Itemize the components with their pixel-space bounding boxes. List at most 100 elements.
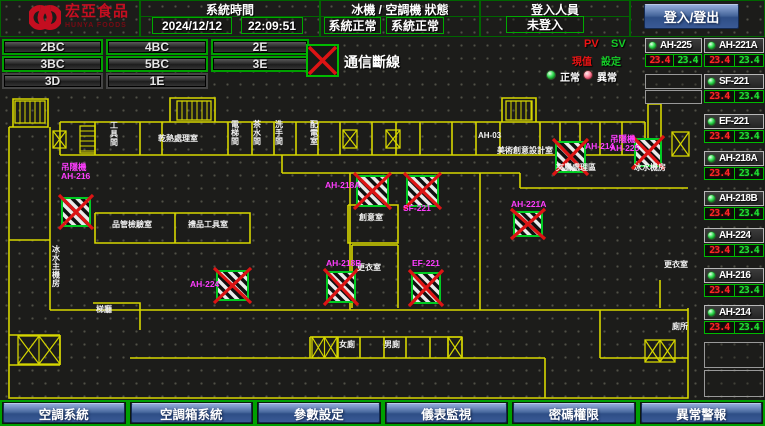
unit-name-label: AH-216 bbox=[719, 270, 750, 281]
unit-name-label: AH-225 bbox=[660, 40, 691, 51]
comm-fail-marker[interactable] bbox=[59, 195, 93, 229]
unit-name-label: AH-218B bbox=[719, 193, 757, 204]
unit-name-label: AH-224 bbox=[719, 230, 750, 241]
floor-button-3d[interactable]: 3D bbox=[4, 75, 101, 87]
stairs-icon bbox=[80, 126, 95, 153]
nav-alarm[interactable]: 異常警報 bbox=[641, 403, 763, 423]
unit-pv-value: 23.4 bbox=[705, 131, 735, 142]
unit-ah-216[interactable]: AH-216 bbox=[704, 268, 764, 283]
nav-ahu-system[interactable]: 空調箱系統 bbox=[131, 403, 253, 423]
floor-button-3bc[interactable]: 3BC bbox=[4, 58, 101, 70]
floor-button-4bc[interactable]: 4BC bbox=[108, 41, 206, 53]
elevator-icon bbox=[343, 130, 357, 148]
unit-marker-label: 吊隱機AH-216 bbox=[61, 162, 91, 181]
comm-fail-marker[interactable] bbox=[354, 173, 391, 209]
comm-fail-marker[interactable] bbox=[511, 209, 545, 239]
room-label: 冰水主機房 bbox=[51, 244, 61, 288]
unit-ah-224[interactable]: AH-224 bbox=[704, 228, 764, 243]
unit-ef-221[interactable]: EF-221 bbox=[704, 114, 764, 129]
unit-values-ah-218a: 23.423.4 bbox=[704, 167, 764, 180]
unit-status-led-icon bbox=[707, 77, 716, 86]
room-label: 配電室 bbox=[310, 120, 318, 146]
empty-box bbox=[645, 74, 702, 89]
unit-ah-221a[interactable]: AH-221A bbox=[704, 38, 764, 53]
login-user-value: 未登入 bbox=[506, 16, 584, 33]
room-label: 廁所 bbox=[672, 321, 688, 331]
wall bbox=[352, 245, 398, 308]
elevator-icon bbox=[386, 130, 400, 148]
unit-name-label: AH-218A bbox=[719, 153, 757, 164]
comm-fail-marker[interactable] bbox=[409, 270, 443, 306]
floor-button-frame: 5BC bbox=[106, 56, 208, 72]
unit-name-label: EF-221 bbox=[719, 116, 749, 127]
unit-status-led-icon bbox=[707, 154, 716, 163]
floor-button-1e[interactable]: 1E bbox=[108, 75, 206, 87]
unit-ah-218b[interactable]: AH-218B bbox=[704, 191, 764, 206]
nav-meter-monitor[interactable]: 儀表監視 bbox=[386, 403, 508, 423]
nav-frame: 儀表監視 bbox=[383, 400, 511, 426]
sv-label: SV bbox=[611, 38, 626, 50]
room-label: 創意室 bbox=[358, 212, 383, 222]
unit-sv-value: 23.4 bbox=[674, 55, 701, 66]
unit-sf-221[interactable]: SF-221 bbox=[704, 74, 764, 89]
room-label: 工具間 bbox=[110, 121, 118, 147]
service-block-icon bbox=[312, 337, 337, 358]
unit-status-led-icon bbox=[707, 194, 716, 203]
unit-pv-value: 23.4 bbox=[705, 55, 735, 66]
unit-sv-value: 23.4 bbox=[735, 55, 764, 66]
unit-status-led-icon bbox=[707, 271, 716, 280]
floor-button-frame: 2BC bbox=[2, 39, 103, 55]
room-label: 更衣室 bbox=[664, 259, 688, 269]
bottom-nav: 空調系統 空調箱系統 參數設定 儀表監視 密碼權限 異常警報 bbox=[0, 400, 765, 426]
abnormal-led-icon bbox=[583, 70, 593, 80]
nav-ac-system[interactable]: 空調系統 bbox=[3, 403, 125, 423]
brand-logo: 宏亞食品 HUNYA FOODS bbox=[29, 4, 129, 32]
comm-fail-label: 通信斷線 bbox=[344, 52, 400, 72]
unit-ah-214[interactable]: AH-214 bbox=[704, 305, 764, 320]
system-time-label: 系統時間 bbox=[141, 2, 319, 17]
nav-parameter-settings[interactable]: 參數設定 bbox=[258, 403, 380, 423]
room-label: 男廁 bbox=[384, 339, 400, 349]
chiller-status-value: 系統正常 bbox=[324, 17, 381, 34]
unit-ah-218a[interactable]: AH-218A bbox=[704, 151, 764, 166]
unit-status-led-icon bbox=[648, 41, 657, 50]
unit-values-ah-218b: 23.423.4 bbox=[704, 207, 764, 220]
floor-button-3e[interactable]: 3E bbox=[213, 58, 307, 70]
unit-values-ah-214: 23.423.4 bbox=[704, 321, 764, 334]
room-label: 乾熱處理室 bbox=[158, 133, 198, 143]
unit-pv-value: 23.4 bbox=[705, 91, 735, 102]
login-logout-button[interactable]: 登入/登出 bbox=[644, 4, 739, 29]
unit-values-ef-221: 23.423.4 bbox=[704, 130, 764, 143]
unit-sv-value: 23.4 bbox=[735, 168, 764, 179]
abnormal-legend-label: 異常 bbox=[597, 69, 617, 84]
service-block-icon bbox=[448, 337, 462, 358]
unit-pv-value: 23.4 bbox=[705, 168, 735, 179]
nav-frame: 參數設定 bbox=[255, 400, 383, 426]
system-clock-value: 22:09:51 bbox=[241, 17, 303, 34]
nav-frame: 密碼權限 bbox=[510, 400, 638, 426]
header-brand-section: 宏亞食品 HUNYA FOODS bbox=[0, 0, 140, 37]
empty-box bbox=[645, 90, 702, 104]
brand-subtitle: HUNYA FOODS bbox=[65, 22, 129, 29]
room-label: AH-03 bbox=[478, 131, 502, 140]
ahu-status-value: 系統正常 bbox=[386, 17, 444, 34]
unit-name-label: AH-214 bbox=[719, 307, 750, 318]
unit-values-ah-224: 23.423.4 bbox=[704, 244, 764, 257]
comm-fail-icon bbox=[306, 44, 339, 77]
unit-sv-value: 23.4 bbox=[735, 208, 764, 219]
floor-button-2e[interactable]: 2E bbox=[213, 41, 307, 53]
comm-fail-marker[interactable] bbox=[214, 268, 251, 303]
unit-name-label: SF-221 bbox=[719, 76, 749, 87]
wall bbox=[348, 205, 398, 243]
unit-sv-value: 23.4 bbox=[735, 322, 764, 333]
comm-fail-marker[interactable] bbox=[324, 269, 358, 305]
system-date-value: 2024/12/12 bbox=[152, 17, 232, 34]
login-label: 登入人員 bbox=[481, 2, 629, 17]
floor-button-5bc[interactable]: 5BC bbox=[108, 58, 206, 70]
nav-password-permission[interactable]: 密碼權限 bbox=[513, 403, 635, 423]
hmi-screen: 宏亞食品 HUNYA FOODS 系統時間 2024/12/12 22:09:5… bbox=[0, 0, 765, 426]
unit-ah-225[interactable]: AH-225 bbox=[645, 38, 702, 53]
unit-values-sf-221: 23.423.4 bbox=[704, 90, 764, 103]
floor-button-2bc[interactable]: 2BC bbox=[4, 41, 101, 53]
unit-values-ah-225: 23.423.4 bbox=[645, 54, 702, 67]
